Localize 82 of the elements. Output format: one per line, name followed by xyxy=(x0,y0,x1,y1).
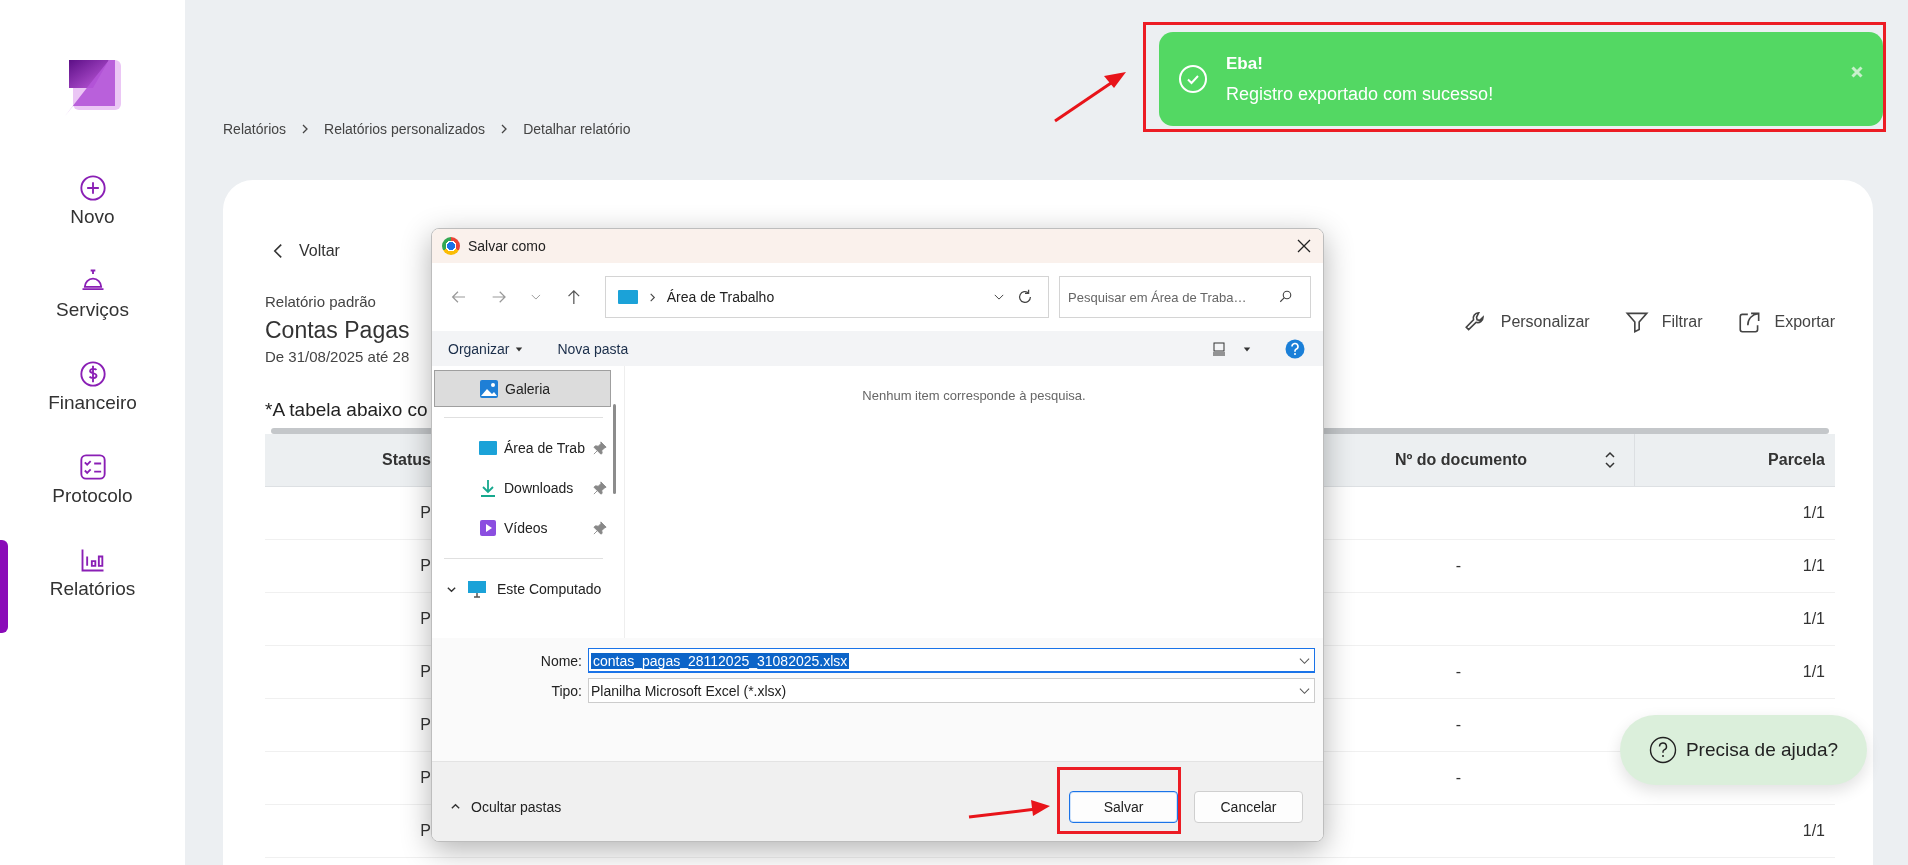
chevron-down-icon xyxy=(1299,655,1310,666)
video-icon xyxy=(478,518,498,538)
table-cell: 1/1 xyxy=(1802,663,1825,681)
toast-message: Registro exportado com sucesso! xyxy=(1226,83,1495,105)
report-type: Relatório padrão xyxy=(265,293,377,310)
save-button[interactable]: Salvar xyxy=(1069,790,1178,823)
table-cell: P xyxy=(420,663,431,681)
table-cell: - xyxy=(1455,769,1462,787)
pointer-arrow xyxy=(1054,72,1126,123)
toast-title: Eba! xyxy=(1226,53,1264,74)
refresh-icon[interactable] xyxy=(1016,288,1034,306)
search-icon xyxy=(1278,289,1293,304)
column-header: Parcela xyxy=(1767,450,1826,470)
chevron-left-icon xyxy=(273,243,283,259)
report-period: De 31/08/2025 até 28 xyxy=(265,348,410,365)
table-cell: 1/1 xyxy=(1802,822,1825,840)
empty-message: Nenhum item corresponde à pesquisa. xyxy=(862,388,1086,405)
table-cell: - xyxy=(1455,716,1462,734)
field-label: Nome: xyxy=(539,652,582,669)
sidebar-item[interactable]: Serviços xyxy=(0,261,185,354)
help-icon[interactable] xyxy=(1285,338,1305,359)
file-type-dropdown[interactable]: Planilha Microsoft Excel (*.xlsx) xyxy=(588,678,1315,703)
sidebar-item[interactable]: Novo xyxy=(0,168,185,261)
caret-icon[interactable] xyxy=(1243,344,1251,353)
table-cell: P xyxy=(420,769,431,787)
sidebar-item[interactable]: Protocolo xyxy=(0,447,185,540)
table-cell: P xyxy=(420,504,431,522)
breadcrumb-link[interactable]: Relatórios xyxy=(223,121,287,137)
field-label: Tipo: xyxy=(550,682,582,699)
checklist-icon xyxy=(78,453,107,481)
table-cell: P xyxy=(420,822,431,840)
customize-button[interactable]: Personalizar xyxy=(1462,309,1590,335)
folder-item[interactable]: Downloads xyxy=(434,468,611,508)
desktop-icon xyxy=(617,290,638,304)
folder-item[interactable]: Área de Trab xyxy=(434,428,611,468)
filter-button[interactable]: Filtrar xyxy=(1623,309,1703,335)
round-logo-icon xyxy=(442,237,460,255)
close-icon[interactable] xyxy=(1297,239,1311,253)
new-folder-button[interactable]: Nova pasta xyxy=(557,340,637,357)
table-cell: 1/1 xyxy=(1802,557,1825,575)
table-cell: P xyxy=(420,610,431,628)
table-cell: 1/1 xyxy=(1802,504,1825,522)
folder-item[interactable]: Vídeos xyxy=(434,508,611,548)
desktop-icon xyxy=(478,438,498,458)
chevron-icon xyxy=(647,292,657,302)
download-icon xyxy=(478,478,498,498)
sidebar-item[interactable]: Financeiro xyxy=(0,354,185,447)
organize-menu[interactable]: Organizar xyxy=(448,340,532,357)
search-field[interactable]: Pesquisar em Área de Traba… xyxy=(1059,276,1311,318)
dollar-circle-icon xyxy=(78,360,107,388)
cancel-button[interactable]: Cancelar xyxy=(1194,790,1303,823)
report-title: Contas Pagas xyxy=(265,317,410,344)
back-link[interactable]: Voltar xyxy=(273,242,340,260)
sidebar-item[interactable]: Relatórios xyxy=(0,540,185,633)
table-cell: P xyxy=(420,716,431,734)
table-cell: P xyxy=(420,557,431,575)
monitor-icon xyxy=(467,579,487,599)
help-button[interactable]: Precisa de ajuda? xyxy=(1620,715,1867,785)
caret-icon xyxy=(515,344,524,353)
breadcrumb-link[interactable]: Detalhar relatório xyxy=(523,121,631,137)
scrollbar[interactable] xyxy=(613,404,616,494)
question-circle-icon xyxy=(1648,736,1677,764)
back-arrow-icon[interactable] xyxy=(450,288,468,306)
table-cell: - xyxy=(1455,663,1462,681)
address-bar[interactable]: Área de Trabalho xyxy=(604,276,1049,318)
column-header: Status xyxy=(381,450,431,470)
table-note: *A tabela abaixo co xyxy=(265,399,429,421)
view-icon[interactable] xyxy=(1211,340,1227,357)
folder-item[interactable]: Este Computado xyxy=(434,569,611,609)
plus-circle-icon xyxy=(78,174,107,202)
hide-folders-button[interactable]: Ocultar pastas xyxy=(444,797,568,816)
dialog-title: Salvar como xyxy=(468,238,546,254)
export-button[interactable]: Exportar xyxy=(1736,309,1835,335)
check-circle-icon xyxy=(1178,64,1208,94)
table-cell: 1/1 xyxy=(1802,610,1825,628)
chevron-down-icon xyxy=(1299,685,1310,696)
file-name-field[interactable]: contas_pagas_28112025_31082025.xlsx xyxy=(588,648,1315,673)
picture-icon xyxy=(479,378,499,399)
folder-item[interactable]: Galeria xyxy=(434,370,611,407)
chevron-up-icon xyxy=(450,801,461,812)
breadcrumb-link[interactable]: Relatórios personalizados xyxy=(324,121,486,137)
table-cell: - xyxy=(1455,557,1462,575)
